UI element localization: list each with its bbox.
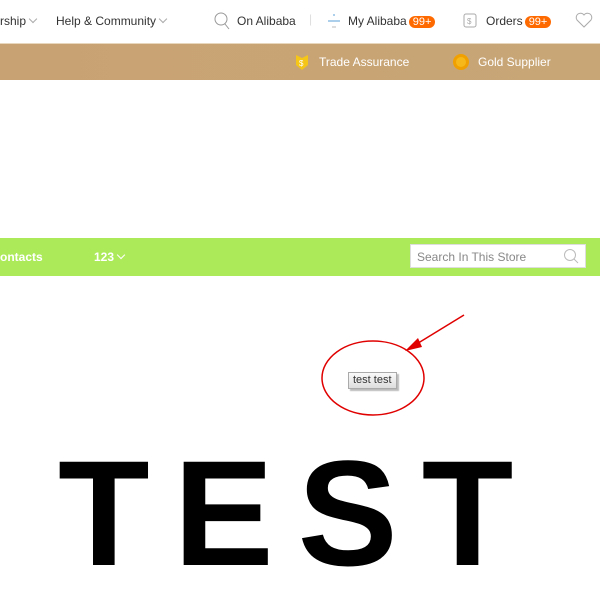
annotation-arrow [414, 314, 465, 346]
big-test-heading: TEST [58, 429, 538, 597]
arrow-head-icon [405, 338, 422, 351]
test-button[interactable]: test test [348, 372, 397, 389]
